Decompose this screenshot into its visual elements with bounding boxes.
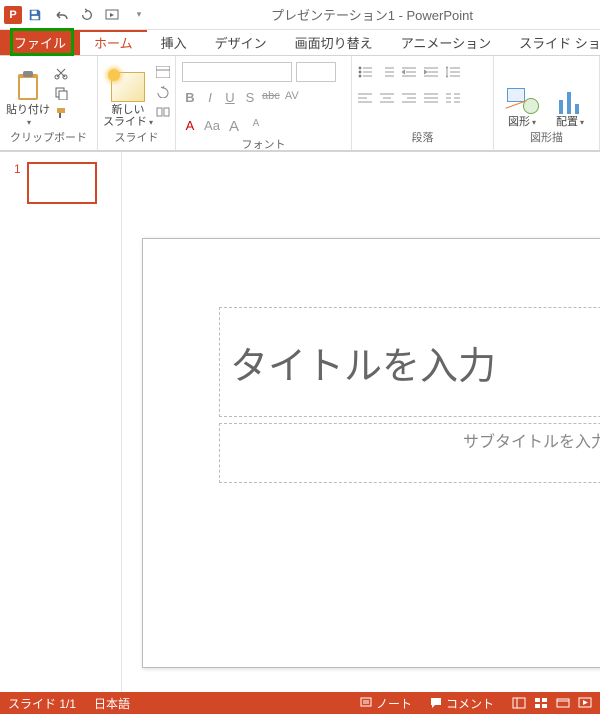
new-slide-label: 新しい スライド bbox=[103, 104, 153, 128]
undo-icon[interactable] bbox=[52, 6, 70, 24]
tab-home[interactable]: ホーム bbox=[80, 30, 147, 55]
notes-label: ノート bbox=[376, 695, 412, 712]
tab-design[interactable]: デザイン bbox=[201, 30, 281, 55]
format-painter-icon[interactable] bbox=[54, 106, 70, 120]
ribbon-tabs: ファイル ホーム 挿入 デザイン 画面切り替え アニメーション スライド ショー… bbox=[0, 30, 600, 56]
tab-file[interactable]: ファイル bbox=[0, 30, 80, 55]
comments-button[interactable]: コメント bbox=[430, 695, 494, 712]
tab-transitions[interactable]: 画面切り替え bbox=[281, 30, 387, 55]
font-family-select[interactable] bbox=[182, 62, 292, 82]
shrink-font-button[interactable]: A bbox=[248, 118, 264, 136]
notes-icon bbox=[360, 697, 372, 709]
shapes-label: 図形 bbox=[508, 116, 536, 128]
slide: タイトルを入力 サブタイトルを入力 bbox=[142, 238, 600, 668]
increase-indent-button[interactable] bbox=[424, 66, 440, 84]
drawing-group-label: 図形描 bbox=[500, 129, 593, 148]
sorter-view-button[interactable] bbox=[534, 697, 548, 709]
slide-canvas[interactable]: タイトルを入力 サブタイトルを入力 bbox=[122, 152, 600, 692]
justify-button[interactable] bbox=[424, 92, 440, 110]
quick-access-toolbar: ▾ bbox=[26, 6, 148, 24]
decrease-indent-button[interactable] bbox=[402, 66, 418, 84]
section-icon[interactable] bbox=[156, 106, 172, 120]
columns-button[interactable] bbox=[446, 92, 462, 110]
title-placeholder[interactable]: タイトルを入力 bbox=[219, 307, 600, 417]
group-drawing: 図形 配置 図形描 bbox=[494, 56, 600, 150]
title-bar: P ▾ プレゼンテーション1 - PowerPoint bbox=[0, 0, 600, 30]
underline-button[interactable]: U bbox=[222, 90, 238, 108]
subtitle-placeholder-text: サブタイトルを入力 bbox=[463, 434, 600, 451]
tab-animations[interactable]: アニメーション bbox=[387, 30, 505, 55]
notes-button[interactable]: ノート bbox=[360, 695, 412, 712]
thumbnail-number: 1 bbox=[14, 162, 21, 176]
group-clipboard: 貼り付け クリップボード bbox=[0, 56, 98, 150]
qat-customize-icon[interactable]: ▾ bbox=[130, 6, 148, 24]
tab-insert[interactable]: 挿入 bbox=[147, 30, 201, 55]
thumbnail-panel: 1 bbox=[0, 152, 122, 692]
reset-icon[interactable] bbox=[156, 86, 172, 100]
slide-counter[interactable]: スライド 1/1 bbox=[8, 695, 76, 712]
ribbon: 貼り付け クリップボード 新しい スライド スライド bbox=[0, 56, 600, 152]
paste-label: 貼り付け bbox=[6, 104, 50, 128]
grow-font-button[interactable]: A bbox=[226, 118, 242, 136]
workspace: 1 タイトルを入力 サブタイトルを入力 bbox=[0, 152, 600, 692]
line-spacing-button[interactable] bbox=[446, 66, 462, 84]
language-indicator[interactable]: 日本語 bbox=[94, 695, 130, 712]
new-slide-button[interactable]: 新しい スライド bbox=[104, 62, 152, 128]
font-size-select[interactable] bbox=[296, 62, 336, 82]
window-title: プレゼンテーション1 - PowerPoint bbox=[148, 5, 596, 24]
comments-icon bbox=[430, 697, 442, 709]
strikethrough-button[interactable]: abc bbox=[262, 90, 280, 108]
status-bar: スライド 1/1 日本語 ノート コメント bbox=[0, 692, 600, 714]
thumbnail-item[interactable]: 1 bbox=[0, 162, 121, 204]
arrange-button[interactable]: 配置 bbox=[548, 62, 592, 128]
clipboard-group-label: クリップボード bbox=[6, 129, 91, 148]
bold-button[interactable]: B bbox=[182, 90, 198, 108]
paragraph-group-label: 段落 bbox=[358, 129, 487, 148]
view-buttons bbox=[512, 697, 592, 709]
tab-slideshow[interactable]: スライド ショー bbox=[505, 30, 600, 55]
group-font: B I U S abc AV A Aa A A フォント bbox=[176, 56, 352, 150]
group-slides: 新しい スライド スライド bbox=[98, 56, 176, 150]
align-right-button[interactable] bbox=[402, 92, 418, 110]
align-left-button[interactable] bbox=[358, 92, 374, 110]
reading-view-button[interactable] bbox=[556, 697, 570, 709]
save-icon[interactable] bbox=[26, 6, 44, 24]
copy-icon[interactable] bbox=[54, 86, 70, 100]
char-spacing-button[interactable]: AV bbox=[284, 90, 300, 108]
bullets-button[interactable] bbox=[358, 66, 374, 84]
shapes-button[interactable]: 図形 bbox=[500, 62, 544, 128]
start-slideshow-icon[interactable] bbox=[104, 6, 122, 24]
cut-icon[interactable] bbox=[54, 66, 70, 80]
normal-view-button[interactable] bbox=[512, 697, 526, 709]
subtitle-placeholder[interactable]: サブタイトルを入力 bbox=[219, 423, 600, 483]
comments-label: コメント bbox=[446, 695, 494, 712]
slides-group-label: スライド bbox=[104, 129, 169, 148]
shapes-icon bbox=[505, 86, 539, 114]
change-case-button[interactable]: Aa bbox=[204, 118, 220, 136]
thumbnail-preview bbox=[27, 162, 97, 204]
arrange-label: 配置 bbox=[556, 116, 584, 128]
align-center-button[interactable] bbox=[380, 92, 396, 110]
title-placeholder-text: タイトルを入力 bbox=[230, 335, 496, 390]
paste-button[interactable]: 貼り付け bbox=[6, 62, 50, 128]
layout-icon[interactable] bbox=[156, 66, 172, 80]
text-shadow-button[interactable]: S bbox=[242, 90, 258, 108]
clipboard-icon bbox=[14, 70, 42, 102]
powerpoint-app-icon: P bbox=[4, 6, 22, 24]
italic-button[interactable]: I bbox=[202, 90, 218, 108]
numbering-button[interactable] bbox=[380, 66, 396, 84]
group-paragraph: 段落 bbox=[352, 56, 494, 150]
redo-icon[interactable] bbox=[78, 6, 96, 24]
new-slide-icon bbox=[111, 72, 145, 102]
font-color-button[interactable]: A bbox=[182, 118, 198, 136]
slideshow-view-button[interactable] bbox=[578, 697, 592, 709]
arrange-icon bbox=[555, 88, 585, 114]
